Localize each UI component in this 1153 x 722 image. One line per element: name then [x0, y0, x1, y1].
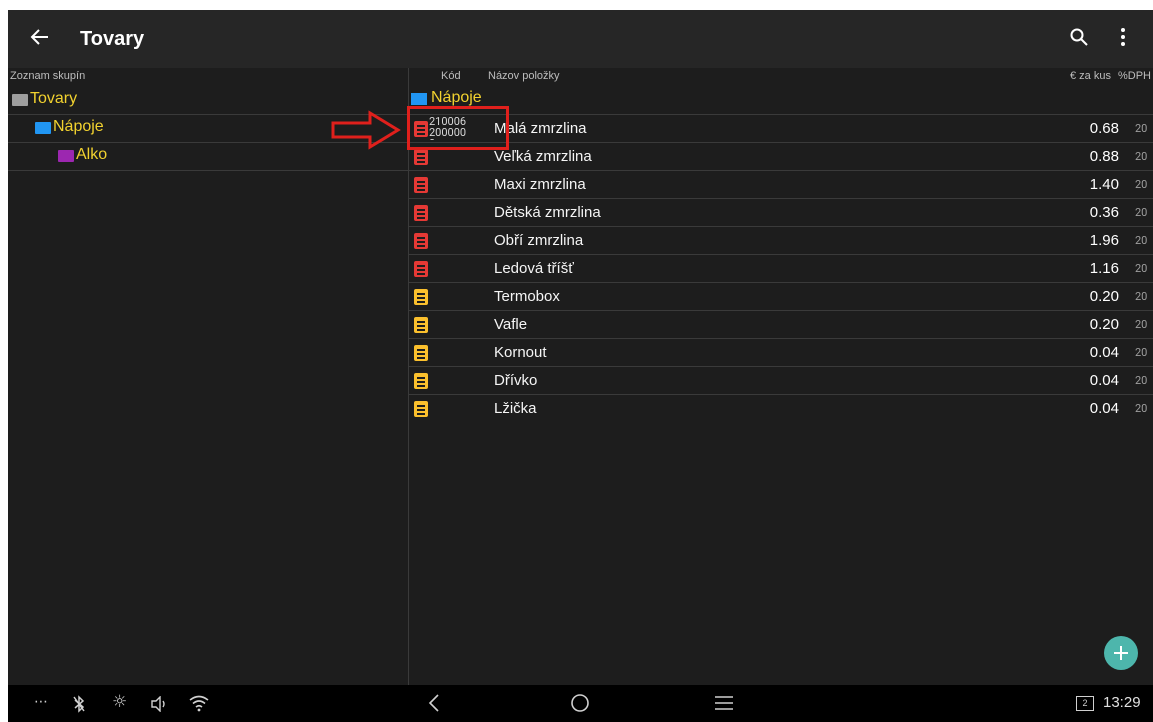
item-row[interactable]: Maxi zmrzlina 1.40 20 — [409, 170, 1153, 199]
document-icon — [414, 205, 428, 221]
bluetooth-off-icon[interactable] — [72, 695, 86, 713]
item-name: Kornout — [494, 344, 547, 361]
item-name: Veľká zmrzlina — [494, 148, 592, 165]
item-vat: 20 — [1135, 318, 1148, 331]
clock: 13:29 — [1103, 694, 1141, 711]
item-code — [429, 340, 469, 364]
item-price: 0.20 — [1089, 288, 1119, 305]
column-header-vat: %DPH — [1118, 70, 1152, 82]
item-code — [429, 368, 469, 392]
nav-recents-icon[interactable] — [714, 695, 734, 711]
item-name: Ledová tříšť — [494, 260, 574, 277]
nav-back-icon[interactable] — [428, 693, 440, 713]
folder-icon — [12, 94, 28, 106]
column-header-price: € za kus — [1070, 70, 1111, 82]
app-bar: Tovary — [8, 10, 1153, 68]
item-code — [429, 200, 469, 224]
item-price: 0.36 — [1089, 204, 1119, 221]
add-item-button[interactable] — [1104, 636, 1138, 670]
item-price: 0.20 — [1089, 316, 1119, 333]
item-row[interactable]: Vafle 0.20 20 — [409, 310, 1153, 339]
document-icon — [414, 317, 428, 333]
folder-icon — [35, 122, 51, 134]
parent-group-row[interactable]: Nápoje — [409, 88, 1153, 114]
item-price: 0.04 — [1089, 372, 1119, 389]
item-list-panel: Kód Názov položky € za kus %DPH Nápoje 2… — [409, 68, 1153, 685]
search-icon[interactable] — [1070, 28, 1088, 46]
page-title: Tovary — [80, 28, 145, 50]
item-row[interactable]: Ledová tříšť 1.16 20 — [409, 254, 1153, 283]
item-name: Lžička — [494, 400, 537, 417]
column-header-name: Názov položky — [488, 70, 560, 82]
item-code — [429, 312, 469, 336]
item-row[interactable]: Kornout 0.04 20 — [409, 338, 1153, 367]
item-row[interactable]: Veľká zmrzlina 0.88 20 — [409, 142, 1153, 171]
app-screen: Tovary Zoznam skupín Tovary Nápoje Alko … — [8, 10, 1153, 685]
group-list-header: Zoznam skupín — [10, 70, 86, 82]
item-row[interactable]: Termobox 0.20 20 — [409, 282, 1153, 311]
item-name: Termobox — [494, 288, 560, 305]
item-name: Dětská zmrzlina — [494, 204, 601, 221]
item-price: 0.88 — [1089, 148, 1119, 165]
item-vat: 20 — [1135, 262, 1148, 275]
document-icon — [414, 373, 428, 389]
item-row[interactable]: Lžička 0.04 20 — [409, 394, 1153, 423]
item-vat: 20 — [1135, 178, 1148, 191]
notification-badge[interactable]: 2 — [1076, 696, 1094, 711]
document-icon — [414, 233, 428, 249]
document-icon — [414, 149, 428, 165]
item-code — [429, 228, 469, 252]
folder-icon — [411, 93, 427, 105]
group-label: Nápoje — [53, 118, 104, 135]
item-name: Maxi zmrzlina — [494, 176, 586, 193]
folder-icon — [58, 150, 74, 162]
item-vat: 20 — [1135, 346, 1148, 359]
item-vat: 20 — [1135, 374, 1148, 387]
nav-home-icon[interactable] — [570, 693, 590, 713]
item-price: 0.68 — [1089, 120, 1119, 137]
item-row[interactable]: Dřívko 0.04 20 — [409, 366, 1153, 395]
document-icon — [414, 345, 428, 361]
document-icon — [414, 289, 428, 305]
document-icon — [414, 177, 428, 193]
item-vat: 20 — [1135, 234, 1148, 247]
brightness-icon[interactable]: ☼ — [112, 692, 127, 712]
item-price: 1.40 — [1089, 176, 1119, 193]
wifi-icon[interactable] — [189, 695, 209, 712]
item-name: Obří zmrzlina — [494, 232, 584, 249]
item-row[interactable]: Dětská zmrzlina 0.36 20 — [409, 198, 1153, 227]
item-price: 0.04 — [1089, 400, 1119, 417]
item-vat: 20 — [1135, 206, 1148, 219]
item-code — [429, 172, 469, 196]
volume-icon[interactable] — [150, 696, 168, 712]
item-code — [429, 396, 469, 420]
group-list-panel: Zoznam skupín Tovary Nápoje Alko — [8, 68, 409, 685]
item-vat: 20 — [1135, 150, 1148, 163]
column-header-code: Kód — [441, 70, 461, 82]
annotation-arrow — [330, 110, 402, 150]
item-price: 1.16 — [1089, 260, 1119, 277]
annotation-highlight-box — [407, 106, 509, 150]
item-row[interactable]: 2100062000000Malá zmrzlina0.6820 — [409, 114, 1153, 143]
item-vat: 20 — [1135, 122, 1148, 135]
parent-group-label: Nápoje — [431, 89, 482, 106]
more-options-icon[interactable] — [1120, 28, 1126, 46]
item-code — [429, 256, 469, 280]
item-vat: 20 — [1135, 290, 1148, 303]
item-price: 0.04 — [1089, 344, 1119, 361]
divider — [8, 170, 408, 171]
document-icon — [414, 401, 428, 417]
more-dots-icon[interactable]: ⋯ — [34, 694, 48, 710]
system-nav-bar: ⋯ ☼ 2 13:29 — [8, 685, 1153, 722]
document-icon — [414, 261, 428, 277]
item-name: Vafle — [494, 316, 528, 333]
item-price: 1.96 — [1089, 232, 1119, 249]
item-name: Dřívko — [494, 372, 538, 389]
group-label: Tovary — [30, 90, 78, 107]
item-row[interactable]: Obří zmrzlina 1.96 20 — [409, 226, 1153, 255]
group-label: Alko — [76, 146, 108, 163]
item-code — [429, 284, 469, 308]
back-arrow-icon[interactable] — [30, 27, 50, 47]
item-vat: 20 — [1135, 402, 1148, 415]
